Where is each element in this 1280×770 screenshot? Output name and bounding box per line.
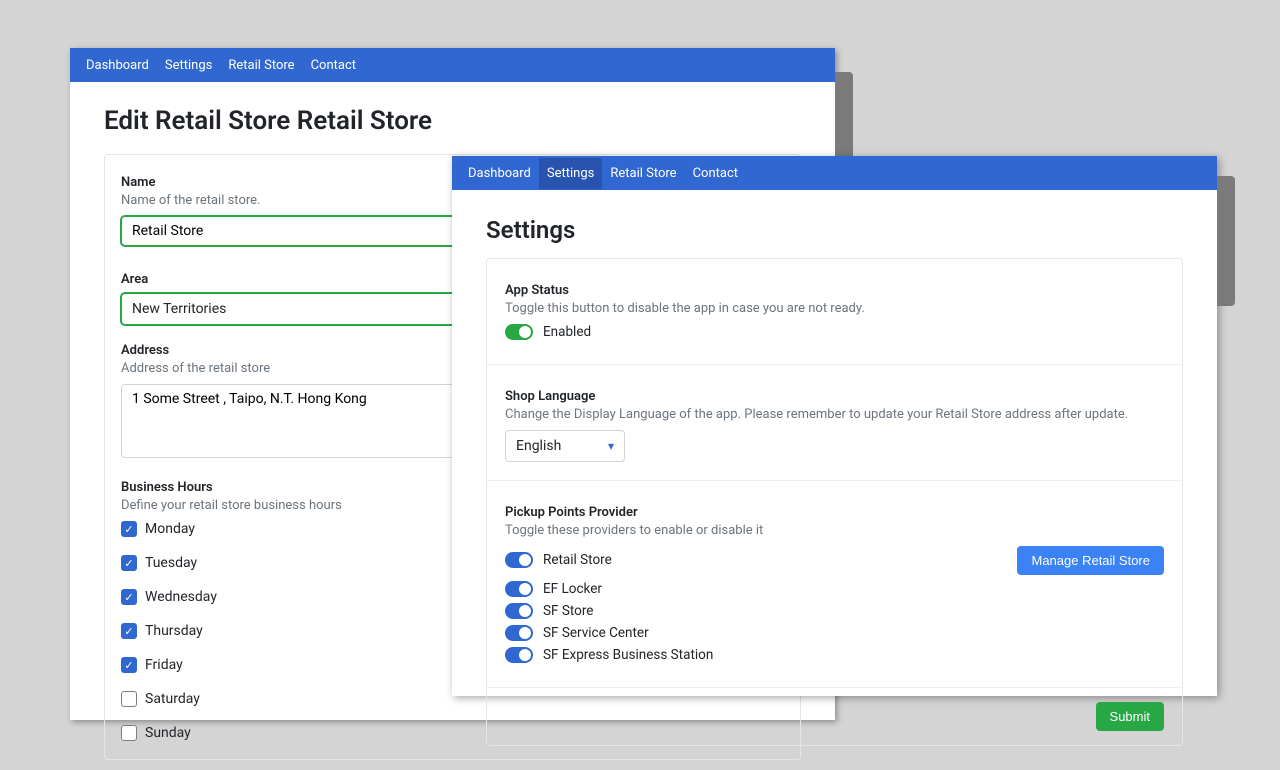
app-status-toggle[interactable] xyxy=(505,324,533,340)
provider-toggle[interactable] xyxy=(505,552,533,568)
provider-sf-store: SF Store xyxy=(505,603,1164,619)
provider-toggle[interactable] xyxy=(505,603,533,619)
day-label: Sunday xyxy=(145,725,191,741)
provider-name: SF Store xyxy=(543,603,593,619)
submit-button[interactable]: Submit xyxy=(1096,702,1164,731)
nav-retail-store[interactable]: Retail Store xyxy=(220,50,302,81)
checkbox-icon: ✓ xyxy=(121,589,137,605)
nav-contact[interactable]: Contact xyxy=(685,158,746,189)
provider-toggle[interactable] xyxy=(505,581,533,597)
checkbox-icon: ✓ xyxy=(121,657,137,673)
settings-card: App Status Toggle this button to disable… xyxy=(486,258,1183,746)
app-status-value: Enabled xyxy=(543,324,591,340)
app-status-section: App Status Toggle this button to disable… xyxy=(487,259,1182,365)
checkbox-icon xyxy=(121,725,137,741)
shop-lang-value: English xyxy=(516,438,561,454)
provider-help: Toggle these providers to enable or disa… xyxy=(505,523,1164,538)
nav-settings[interactable]: Settings xyxy=(539,158,602,189)
provider-name: Retail Store xyxy=(543,552,612,568)
day-label: Tuesday xyxy=(145,555,197,571)
provider-toggle[interactable] xyxy=(505,647,533,663)
shop-lang-label: Shop Language xyxy=(505,389,1164,404)
provider-ef-locker: EF Locker xyxy=(505,581,1164,597)
provider-name: SF Express Business Station xyxy=(543,647,713,663)
pickup-provider-section: Pickup Points Provider Toggle these prov… xyxy=(487,481,1182,688)
app-status-help: Toggle this button to disable the app in… xyxy=(505,301,1164,316)
provider-retail-store: Retail Store xyxy=(505,552,1017,568)
day-label: Friday xyxy=(145,657,183,673)
provider-sf-express-business: SF Express Business Station xyxy=(505,647,1164,663)
provider-label: Pickup Points Provider xyxy=(505,505,1164,520)
app-status-label: App Status xyxy=(505,283,1164,298)
day-label: Saturday xyxy=(145,691,200,707)
provider-toggle[interactable] xyxy=(505,625,533,641)
day-label: Monday xyxy=(145,521,195,537)
page-title: Settings xyxy=(486,216,1183,244)
nav-dashboard[interactable]: Dashboard xyxy=(460,158,539,189)
area-select-value: New Territories xyxy=(132,301,226,317)
checkbox-icon: ✓ xyxy=(121,555,137,571)
checkbox-icon: ✓ xyxy=(121,521,137,537)
provider-sf-service-center: SF Service Center xyxy=(505,625,1164,641)
chevron-down-icon: ▾ xyxy=(608,439,614,453)
manage-retail-store-button[interactable]: Manage Retail Store xyxy=(1017,546,1164,575)
window-shadow-tab xyxy=(1217,176,1235,306)
submit-row: Submit xyxy=(487,688,1182,745)
provider-name: EF Locker xyxy=(543,581,602,597)
checkbox-icon: ✓ xyxy=(121,623,137,639)
nav-retail-store[interactable]: Retail Store xyxy=(602,158,684,189)
shop-lang-select[interactable]: English ▾ xyxy=(505,430,625,462)
settings-window: Dashboard Settings Retail Store Contact … xyxy=(452,156,1217,696)
nav-contact[interactable]: Contact xyxy=(303,50,364,81)
shop-lang-help: Change the Display Language of the app. … xyxy=(505,407,1164,422)
page-title: Edit Retail Store Retail Store xyxy=(104,106,801,136)
checkbox-icon xyxy=(121,691,137,707)
day-label: Thursday xyxy=(145,623,203,639)
settings-page: Settings App Status Toggle this button t… xyxy=(452,190,1217,756)
navbar-back: Dashboard Settings Retail Store Contact xyxy=(70,48,835,82)
nav-dashboard[interactable]: Dashboard xyxy=(78,50,157,81)
navbar-front: Dashboard Settings Retail Store Contact xyxy=(452,156,1217,190)
day-label: Wednesday xyxy=(145,589,217,605)
provider-name: SF Service Center xyxy=(543,625,649,641)
nav-settings[interactable]: Settings xyxy=(157,50,220,81)
shop-language-section: Shop Language Change the Display Languag… xyxy=(487,365,1182,481)
